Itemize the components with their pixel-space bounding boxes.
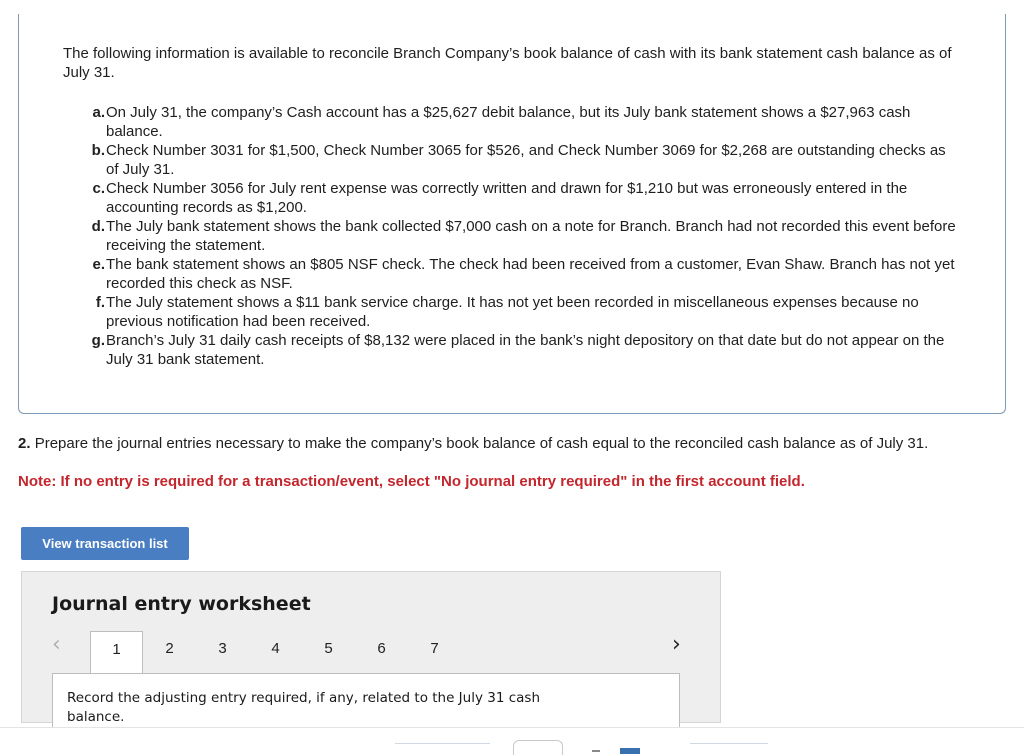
item-text: Check Number 3056 for July rent expense …	[106, 180, 908, 216]
info-item: a. On July 31, the company’s Cash accoun…	[80, 103, 960, 141]
link-icon[interactable]	[513, 740, 563, 755]
info-item: g. Branch’s July 31 daily cash receipts …	[80, 331, 960, 369]
bottom-navigation-bar	[0, 727, 1024, 756]
question-body: Prepare the journal entries necessary to…	[34, 435, 929, 452]
tab-4[interactable]: 4	[249, 631, 302, 673]
journal-entry-worksheet: Journal entry worksheet ‹ 1 2 3 4 5 6 7 …	[21, 571, 721, 733]
info-item: d. The July bank statement shows the ban…	[80, 217, 960, 255]
chevron-right-icon[interactable]: ›	[672, 632, 681, 658]
item-letter: a.	[92, 104, 105, 121]
prev-page-button[interactable]	[395, 743, 490, 756]
item-text: Branch’s July 31 daily cash receipts of …	[106, 332, 945, 368]
worksheet-instruction: Record the adjusting entry required, if …	[67, 690, 541, 725]
info-item: c. Check Number 3056 for July rent expen…	[80, 179, 960, 217]
chevron-left-icon[interactable]: ‹	[52, 632, 61, 658]
tab-2[interactable]: 2	[143, 631, 196, 673]
view-transaction-list-button[interactable]: View transaction list	[21, 527, 189, 560]
item-text: The July bank statement shows the bank c…	[106, 218, 956, 254]
question-number: 2.	[18, 435, 31, 452]
note-text: Note: If no entry is required for a tran…	[18, 473, 805, 490]
item-letter: g.	[91, 332, 105, 349]
info-item: b. Check Number 3031 for $1,500, Check N…	[80, 141, 960, 179]
info-item-list: a. On July 31, the company’s Cash accoun…	[80, 103, 960, 369]
tab-5[interactable]: 5	[302, 631, 355, 673]
item-letter: e.	[92, 256, 105, 273]
tab-6[interactable]: 6	[355, 631, 408, 673]
tab-3[interactable]: 3	[196, 631, 249, 673]
tab-1[interactable]: 1	[90, 631, 143, 675]
item-text: The bank statement shows an $805 NSF che…	[106, 256, 955, 292]
item-text: Check Number 3031 for $1,500, Check Numb…	[106, 142, 946, 178]
info-item: f. The July statement shows a $11 bank s…	[80, 293, 960, 331]
item-text: The July statement shows a $11 bank serv…	[106, 294, 919, 330]
intro-text: The following information is available t…	[63, 45, 952, 81]
item-letter: f.	[95, 294, 105, 311]
question-text: 2. Prepare the journal entries necessary…	[18, 434, 1008, 453]
worksheet-tabs: 1 2 3 4 5 6 7	[90, 631, 461, 675]
dash-icon	[592, 750, 600, 752]
grid-icon[interactable]	[620, 748, 640, 754]
item-letter: c.	[92, 180, 105, 197]
info-item: e. The bank statement shows an $805 NSF …	[80, 255, 960, 293]
worksheet-title: Journal entry worksheet	[52, 593, 311, 615]
tab-7[interactable]: 7	[408, 631, 461, 673]
item-letter: d.	[91, 218, 105, 235]
next-page-button[interactable]	[690, 743, 768, 756]
item-text: On July 31, the company’s Cash account h…	[106, 104, 911, 140]
worksheet-panel: Record the adjusting entry required, if …	[52, 673, 680, 733]
item-letter: b.	[91, 142, 105, 159]
